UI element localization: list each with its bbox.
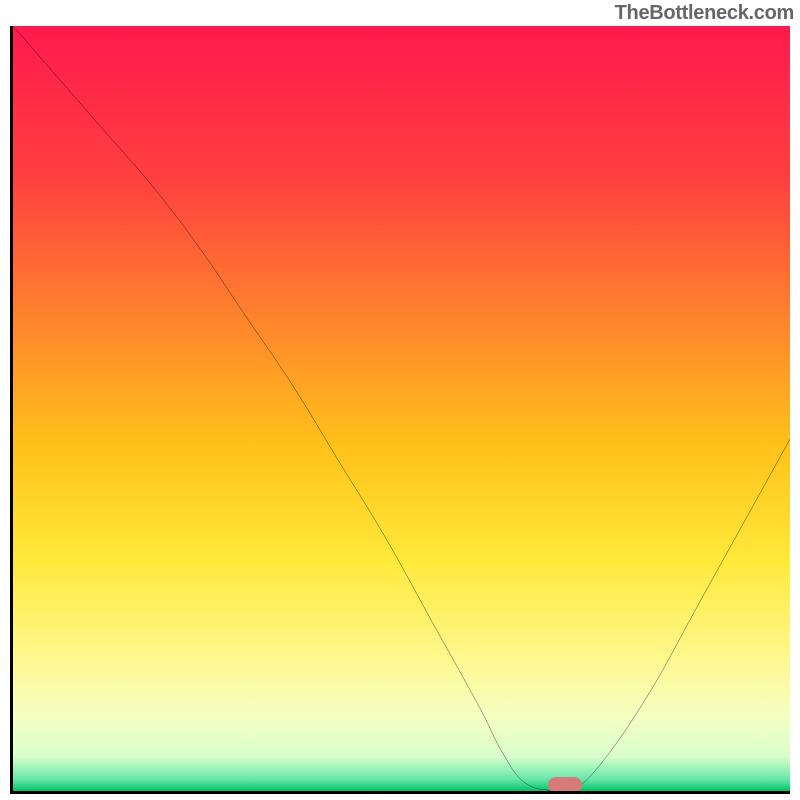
optimum-marker (548, 777, 582, 793)
attribution-watermark: TheBottleneck.com (615, 2, 794, 25)
plot-area (10, 26, 790, 794)
bottleneck-curve (13, 26, 790, 791)
chart-container: TheBottleneck.com (0, 0, 800, 800)
curve-layer (13, 26, 790, 791)
